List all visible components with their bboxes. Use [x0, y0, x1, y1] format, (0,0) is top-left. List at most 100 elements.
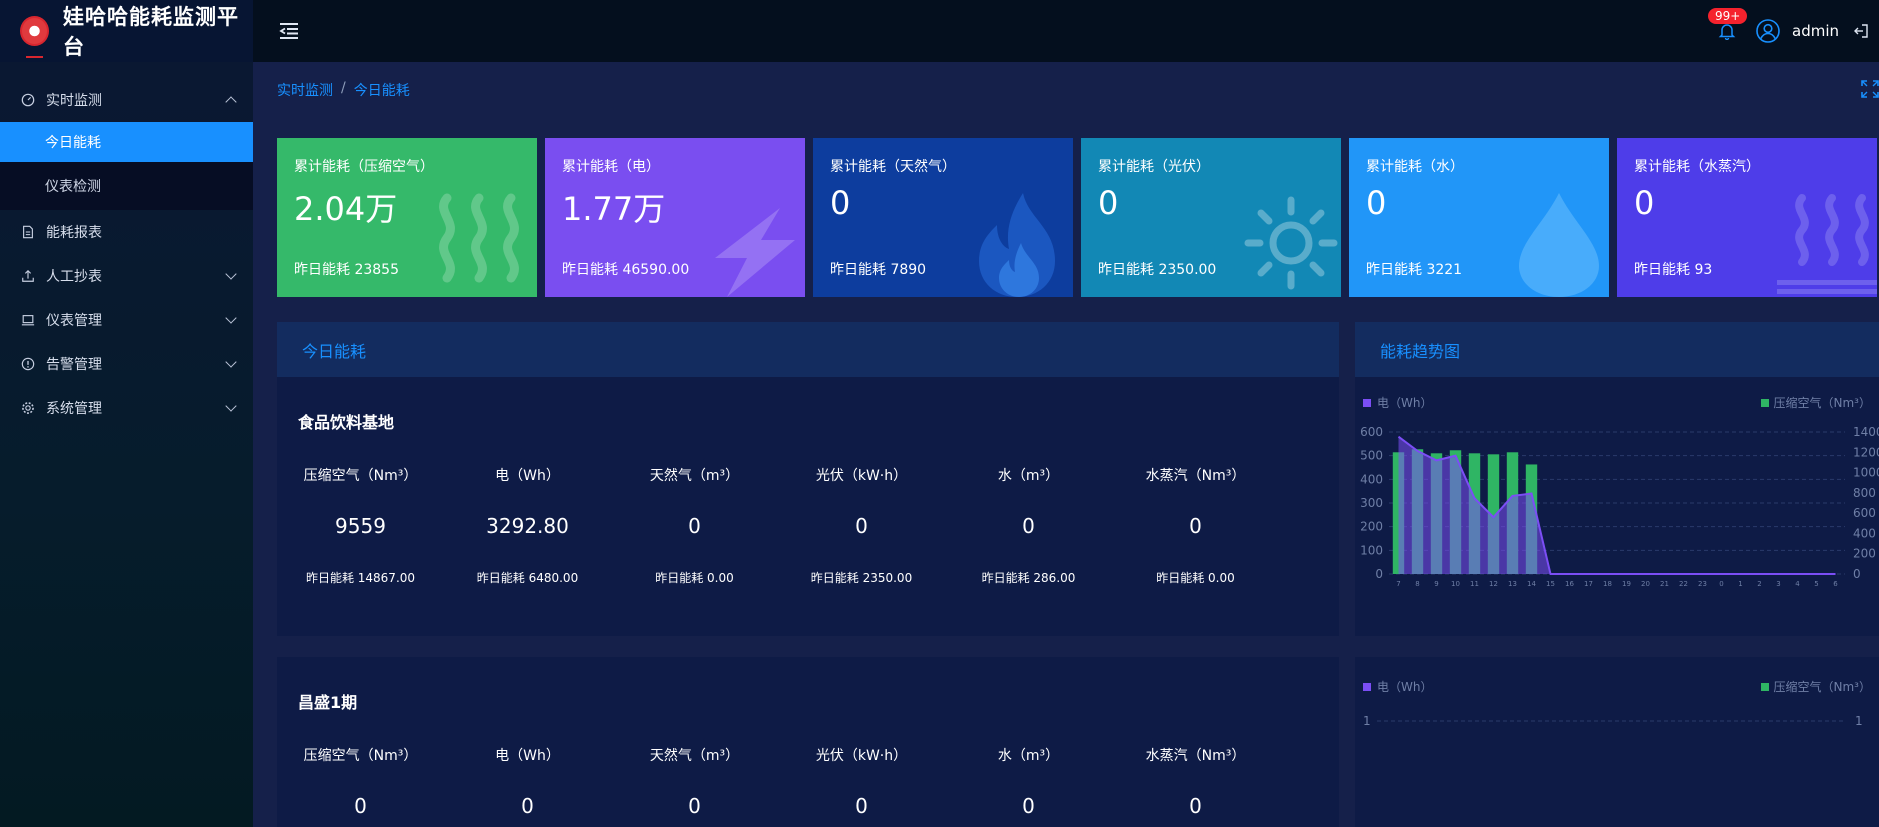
legend-label: 电（Wh）	[1377, 680, 1432, 694]
card-yesterday: 昨日能耗 3221	[1366, 262, 1463, 278]
sidebar-item-label: 能耗报表	[46, 225, 102, 241]
user-avatar-icon[interactable]	[1756, 19, 1780, 43]
sun-icon	[1244, 196, 1338, 290]
gear-icon	[22, 402, 34, 414]
card-label: 累计能耗（光伏）	[1098, 159, 1210, 175]
site-name: 昌盛1期	[298, 693, 358, 712]
card-electricity[interactable]: 累计能耗（电） 1.77万 昨日能耗 46590.00	[545, 138, 805, 297]
sidebar-item-realtime[interactable]: 实时监测	[0, 78, 253, 122]
brand-logo-icon	[20, 16, 49, 58]
site-metrics: 压缩空气（Nm³） 9559 昨日能耗 14867.00 电（Wh） 3292.…	[277, 465, 1339, 586]
y-left-tick-label: 200	[1360, 520, 1383, 534]
steam-icon	[1777, 194, 1877, 294]
metric-value: 0	[688, 794, 701, 818]
x-tick-label: 21	[1660, 580, 1669, 588]
fullscreen-icon[interactable]	[1861, 80, 1879, 98]
site-metrics: 压缩空气（Nm³） 0 电（Wh） 0 天然气（m³） 0 光伏（kW·h） 0…	[277, 745, 1339, 818]
x-tick-label: 14	[1527, 580, 1536, 588]
y-right-tick-label: 200	[1853, 547, 1876, 561]
panel-title: 今日能耗	[277, 322, 1339, 377]
card-yesterday: 昨日能耗 93	[1634, 262, 1713, 278]
x-tick-label: 8	[1415, 580, 1419, 588]
panel-title: 能耗趋势图	[1355, 322, 1879, 377]
breadcrumb-parent[interactable]: 实时监测	[277, 80, 333, 100]
card-label: 累计能耗（压缩空气）	[294, 159, 434, 175]
alert-circle-icon	[21, 357, 35, 371]
metric-compressed-air: 压缩空气（Nm³） 0	[277, 745, 444, 818]
notification-badge: 99+	[1708, 8, 1748, 24]
chevron-down-icon	[225, 268, 237, 280]
metric-label: 水（m³）	[997, 468, 1060, 484]
metric-steam: 水蒸汽（Nm³） 0	[1112, 745, 1279, 818]
y-left-tick-label: 500	[1360, 449, 1383, 463]
metric-solar: 光伏（kW·h） 0	[778, 745, 945, 818]
card-natural-gas[interactable]: 累计能耗（天然气） 0 昨日能耗 7890	[813, 138, 1073, 297]
sidebar-item-today-energy[interactable]: 今日能耗	[0, 122, 253, 162]
y-left-tick-label: 300	[1360, 496, 1383, 510]
y-left-tick-label: 100	[1360, 543, 1383, 557]
x-tick-label: 12	[1489, 580, 1498, 588]
chevron-up-icon	[225, 96, 237, 108]
x-tick-label: 13	[1508, 580, 1517, 588]
site-panel-changsheng: 昌盛1期 压缩空气（Nm³） 0 电（Wh） 0 天然气（m³） 0 光伏（kW…	[277, 657, 1339, 827]
legend-swatch	[1363, 683, 1371, 691]
sidebar-item-system[interactable]: 系统管理	[0, 386, 253, 430]
summary-cards: 累计能耗（压缩空气） 2.04万 昨日能耗 23855 累计能耗（电） 1.77…	[277, 138, 1877, 297]
x-tick-label: 20	[1641, 580, 1650, 588]
y-right-tick-label: 800	[1853, 486, 1876, 500]
sidebar-item-label: 实时监测	[46, 93, 102, 109]
legend-swatch	[1761, 399, 1769, 407]
card-water[interactable]: 累计能耗（水） 0 昨日能耗 3221	[1349, 138, 1609, 297]
sidebar-item-meter-check[interactable]: 仪表检测	[0, 162, 253, 210]
chevron-down-icon	[225, 400, 237, 412]
metric-label: 压缩空气（Nm³）	[303, 468, 418, 484]
sidebar-item-report[interactable]: 能耗报表	[0, 210, 253, 254]
top-bar-right: 99+ admin	[1708, 0, 1879, 62]
sidebar-item-meter-manage[interactable]: 仪表管理	[0, 298, 253, 342]
metric-label: 压缩空气（Nm³）	[303, 748, 418, 764]
sidebar-menu: 实时监测 今日能耗 仪表检测 能耗报表 人工抄表 仪表管理 告警管理 系统管理	[0, 62, 253, 430]
metric-electricity: 电（Wh） 3292.80 昨日能耗 6480.00	[444, 465, 611, 586]
app-title: 娃哈哈能耗监测平台	[62, 5, 239, 59]
x-tick-label: 3	[1776, 580, 1780, 588]
x-tick-label: 10	[1451, 580, 1460, 588]
upload-icon	[22, 269, 34, 282]
sidebar-item-manual-read[interactable]: 人工抄表	[0, 254, 253, 298]
metric-label: 水（m³）	[997, 748, 1060, 764]
menu-collapse-icon[interactable]	[278, 20, 300, 42]
metric-natural-gas: 天然气（m³） 0 昨日能耗 0.00	[611, 465, 778, 586]
metric-value: 0	[521, 794, 534, 818]
card-steam[interactable]: 累计能耗（水蒸汽） 0 昨日能耗 93	[1617, 138, 1877, 297]
metric-value: 0	[354, 794, 367, 818]
chevron-down-icon	[225, 356, 237, 368]
x-tick-label: 19	[1622, 580, 1631, 588]
x-tick-label: 15	[1546, 580, 1555, 588]
legend-label: 电（Wh）	[1377, 396, 1432, 410]
card-yesterday: 昨日能耗 2350.00	[1098, 262, 1217, 278]
metric-yesterday: 昨日能耗 14867.00	[305, 571, 416, 585]
logout-icon[interactable]	[1853, 23, 1869, 39]
metric-label: 电（Wh）	[495, 468, 560, 484]
username[interactable]: admin	[1792, 22, 1839, 40]
card-solar[interactable]: 累计能耗（光伏） 0 昨日能耗 2350.00	[1081, 138, 1341, 297]
metric-compressed-air: 压缩空气（Nm³） 9559 昨日能耗 14867.00	[277, 465, 444, 586]
metric-label: 水蒸汽（Nm³）	[1145, 468, 1246, 484]
area-fill	[1398, 436, 1836, 574]
y-right-tick-label: 1000	[1853, 466, 1879, 480]
x-tick-label: 7	[1396, 580, 1400, 588]
metric-natural-gas: 天然气（m³） 0	[611, 745, 778, 818]
water-drop-icon	[1519, 193, 1599, 297]
trend-panel: 能耗趋势图 电（Wh） 压缩空气（Nm³） 0 100 200 300 400 500 600 0…	[1355, 322, 1879, 636]
sidebar-item-alarm[interactable]: 告警管理	[0, 342, 253, 386]
metric-value: 9559	[335, 514, 386, 538]
legend-swatch	[1363, 399, 1371, 407]
card-label: 累计能耗（电）	[562, 159, 660, 175]
y-right-tick-label: 1400	[1853, 425, 1879, 439]
trend-chart-2: 电（Wh） 压缩空气（Nm³） 1 1	[1363, 679, 1871, 728]
metric-electricity: 电（Wh） 0	[444, 745, 611, 818]
y-right-tick-label: 600	[1853, 506, 1876, 520]
card-compressed-air[interactable]: 累计能耗（压缩空气） 2.04万 昨日能耗 23855	[277, 138, 537, 297]
sidebar-item-label: 人工抄表	[46, 269, 102, 285]
x-tick-label: 2	[1757, 580, 1761, 588]
notification-button[interactable]: 99+	[1708, 8, 1748, 41]
